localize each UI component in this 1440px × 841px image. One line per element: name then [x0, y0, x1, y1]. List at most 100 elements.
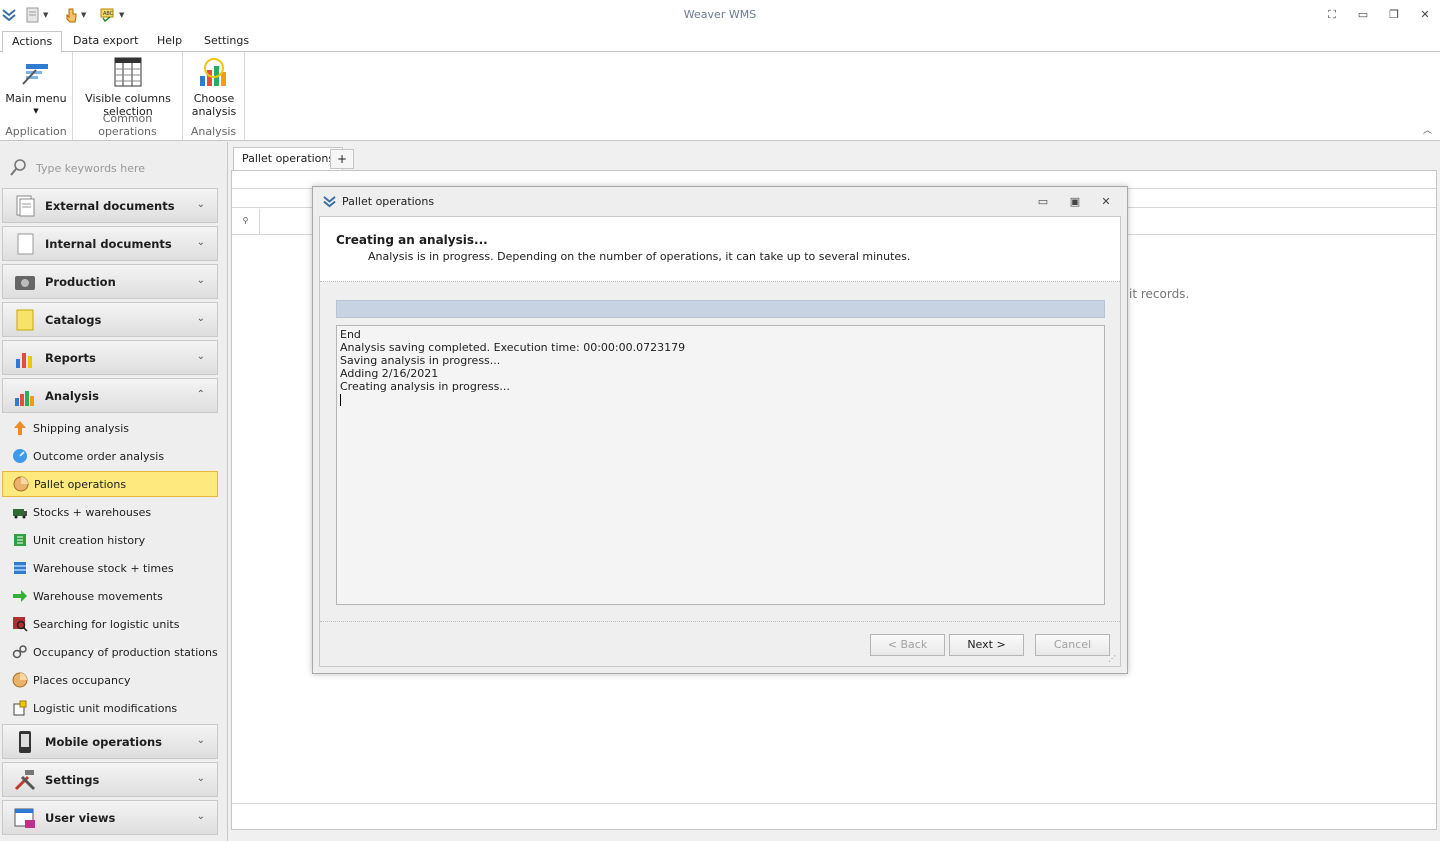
dialog-close-icon[interactable]: ✕ — [1098, 195, 1114, 209]
ribbon-group-common-operations: Visible columns selection Common operati… — [73, 52, 183, 140]
nav-item-outcome-order-analysis[interactable]: Outcome order analysis — [2, 443, 218, 469]
group-label-common-operations: Common operations — [98, 112, 157, 138]
nav-group-analysis[interactable]: Analysis ⌃ — [2, 378, 218, 413]
progress-bar — [336, 300, 1105, 318]
no-data-text: it records. — [1129, 287, 1190, 301]
analysis-icon — [198, 56, 230, 88]
nav-item-logistic-unit-modifications[interactable]: Logistic unit modifications — [2, 695, 218, 721]
nav-item-places-occupancy[interactable]: Places occupancy — [2, 667, 218, 693]
chevron-down-icon: ⌄ — [196, 351, 205, 362]
nav-item-label: Shipping analysis — [33, 421, 130, 435]
wizard-heading: Creating an analysis... — [336, 233, 488, 247]
reports-icon — [16, 352, 32, 368]
nav-group-mobile-operations[interactable]: Mobile operations ⌄ — [2, 724, 218, 759]
next-button[interactable]: Next > — [949, 634, 1024, 656]
nav-item-label: Logistic unit modifications — [33, 701, 178, 715]
tab-help[interactable]: Help — [148, 31, 191, 53]
tab-settings[interactable]: Settings — [195, 31, 258, 53]
table-columns-icon — [112, 56, 144, 88]
progress-fill — [337, 301, 1104, 317]
tools-icon — [14, 769, 36, 790]
dialog-minimize-icon[interactable]: ▭ — [1035, 195, 1051, 209]
main-menu-button[interactable]: Main menu ▼ — [4, 56, 68, 118]
title-bar: ▼ ▼ ABC ▼ Weaver WMS ⛶ ▭ ❐ ✕ — [0, 0, 1440, 30]
log-textarea[interactable]: End Analysis saving completed. Execution… — [336, 325, 1105, 605]
nav-item-occupancy-production-stations[interactable]: Occupancy of production stations — [2, 639, 218, 665]
nav-group-settings[interactable]: Settings ⌄ — [2, 762, 218, 797]
cancel-button[interactable]: Cancel — [1035, 634, 1110, 656]
close-icon[interactable]: ✕ — [1415, 6, 1435, 24]
ribbon-group-application: Main menu ▼ Application — [0, 52, 73, 140]
app-logo-icon — [323, 196, 336, 208]
tab-data-export[interactable]: Data export — [64, 31, 147, 53]
chevron-down-icon: ⌄ — [196, 237, 205, 248]
main-menu-label: Main menu — [5, 92, 67, 105]
back-button[interactable]: < Back — [870, 634, 945, 656]
visible-columns-label-1: Visible columns — [85, 92, 171, 105]
warehouse-stock-icon — [14, 562, 26, 574]
nav-item-unit-creation-history[interactable]: Unit creation history — [2, 527, 218, 553]
tab-actions[interactable]: Actions — [2, 31, 63, 53]
production-icon — [15, 275, 35, 290]
chevron-down-icon: ⌄ — [196, 773, 205, 784]
wizard-header: Creating an analysis... Analysis is in p… — [320, 217, 1120, 282]
nav-search[interactable]: Type keywords here — [8, 156, 218, 180]
visible-columns-button[interactable]: Visible columns selection — [81, 56, 175, 118]
nav-item-label: Stocks + warehouses — [33, 505, 152, 519]
dialog-body: Creating an analysis... Analysis is in p… — [319, 216, 1121, 667]
add-tab-button[interactable]: + — [330, 149, 354, 169]
minimize-icon[interactable]: ▭ — [1353, 6, 1373, 24]
external-documents-icon — [16, 195, 35, 216]
nav-item-label: Searching for logistic units — [33, 617, 180, 631]
nav-item-label: Occupancy of production stations — [33, 645, 218, 659]
chevron-down-icon: ⌄ — [196, 811, 205, 822]
search-icon — [10, 159, 26, 176]
group-label-application: Application — [5, 125, 67, 138]
log-line: Creating analysis in progress... — [340, 380, 510, 393]
nav-item-shipping-analysis[interactable]: Shipping analysis — [2, 415, 218, 441]
nav-group-internal-documents[interactable]: Internal documents ⌄ — [2, 226, 218, 261]
nav-item-pallet-operations[interactable]: Pallet operations — [2, 471, 218, 497]
navigation-pane: Type keywords here External documents ⌄ … — [0, 142, 228, 841]
nav-group-external-documents[interactable]: External documents ⌄ — [2, 188, 218, 223]
ribbon-group-analysis: Choose analysis Analysis — [183, 52, 245, 140]
nav-item-label: Places occupancy — [33, 673, 131, 687]
nav-group-label: Production — [45, 274, 116, 289]
group-label-analysis: Analysis — [190, 125, 237, 138]
filter-icon[interactable]: ⚲ — [232, 209, 260, 234]
nav-item-label: Unit creation history — [33, 533, 146, 547]
choose-analysis-button[interactable]: Choose analysis — [189, 56, 239, 118]
nav-group-production[interactable]: Production ⌄ — [2, 264, 218, 299]
places-occupancy-icon — [12, 672, 28, 688]
nav-item-warehouse-movements[interactable]: Warehouse movements — [2, 583, 218, 609]
ribbon: Main menu ▼ Application Visible columns … — [0, 52, 1440, 141]
resize-grip-icon[interactable]: ⋰ — [1108, 654, 1118, 664]
nav-item-stocks-warehouses[interactable]: Stocks + warehouses — [2, 499, 218, 525]
nav-group-reports[interactable]: Reports ⌄ — [2, 340, 218, 375]
choose-analysis-label-2: analysis — [191, 105, 237, 118]
nav-item-label: Warehouse movements — [33, 589, 163, 603]
chevron-down-icon: ⌄ — [196, 735, 205, 746]
nav-group-label: Analysis — [45, 388, 99, 403]
analysis-icon — [15, 390, 34, 406]
collapse-ribbon-icon[interactable]: ︿ — [1423, 123, 1432, 136]
main-menu-icon — [20, 56, 52, 88]
nav-group-catalogs[interactable]: Catalogs ⌄ — [2, 302, 218, 337]
chevron-down-icon: ⌄ — [196, 275, 205, 286]
text-caret — [340, 394, 341, 406]
restore-icon[interactable]: ❐ — [1384, 6, 1404, 24]
tab-pallet-operations[interactable]: Pallet operations — [233, 147, 344, 171]
nav-group-label: Reports — [45, 350, 96, 365]
nav-group-user-views[interactable]: User views ⌄ — [2, 800, 218, 835]
nav-item-searching-logistic-units[interactable]: Searching for logistic units — [2, 611, 218, 637]
fullscreen-icon[interactable]: ⛶ — [1322, 6, 1342, 24]
chevron-down-icon: ⌄ — [196, 313, 205, 324]
nav-item-warehouse-stock-times[interactable]: Warehouse stock + times — [2, 555, 218, 581]
search-placeholder: Type keywords here — [36, 161, 146, 175]
dialog-maximize-icon[interactable]: ▣ — [1067, 195, 1083, 209]
arrow-right-icon — [13, 590, 27, 602]
nav-group-label: Catalogs — [45, 312, 102, 327]
wizard-separator — [320, 621, 1120, 622]
ribbon-tabs: Actions Data export Help Settings — [0, 30, 1440, 53]
pallet-operations-icon — [13, 476, 29, 492]
